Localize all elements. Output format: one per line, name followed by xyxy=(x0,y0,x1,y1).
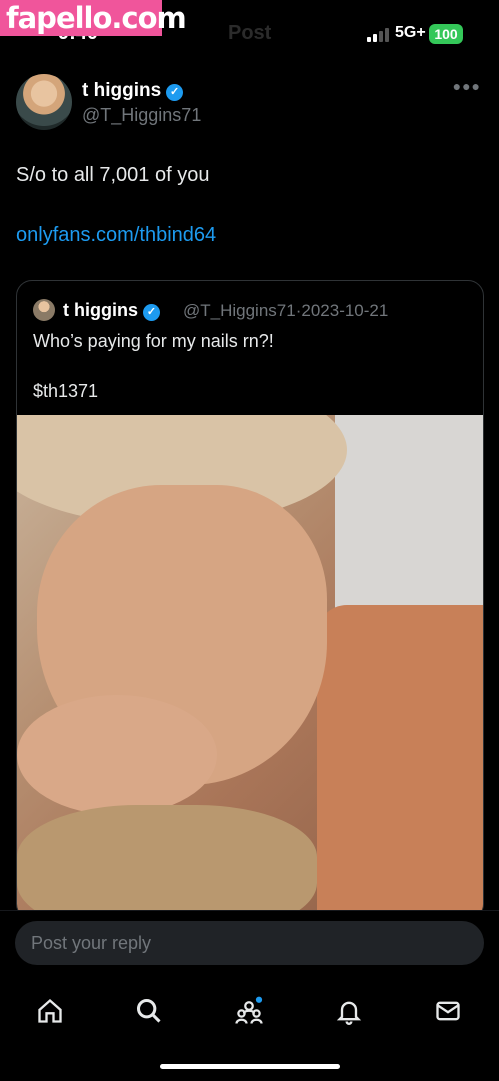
more-options-icon[interactable]: ●●● xyxy=(453,78,481,94)
tweet-author[interactable]: t higgins ✓ @T_Higgins71 ●●● xyxy=(16,74,483,134)
reply-input[interactable]: Post your reply xyxy=(15,921,484,965)
user-handle[interactable]: @T_Higgins71 xyxy=(82,105,201,126)
quoted-date: 2023-10-21 xyxy=(301,301,389,320)
notifications-icon[interactable] xyxy=(329,991,369,1031)
quoted-photo[interactable] xyxy=(17,415,483,919)
quoted-display-name: t higgins ✓ xyxy=(63,300,160,321)
display-name[interactable]: t higgins ✓ xyxy=(82,80,184,102)
battery-icon: 100 xyxy=(429,24,463,44)
quoted-tweet[interactable]: t higgins ✓ @T_Higgins71·2023-10-21 Who’s… xyxy=(16,280,484,920)
quoted-avatar xyxy=(33,299,55,321)
network-label: 5G+ xyxy=(395,24,426,41)
home-icon[interactable] xyxy=(30,991,70,1031)
tweet-text: S/o to all 7,001 of you xyxy=(16,164,210,186)
bottom-nav xyxy=(0,991,499,1041)
verified-icon: ✓ xyxy=(166,84,184,101)
status-title: Post xyxy=(228,22,272,44)
signal-icon xyxy=(367,26,391,42)
search-icon[interactable] xyxy=(129,991,169,1031)
communities-icon[interactable] xyxy=(229,991,269,1031)
quoted-cashtag[interactable]: $th1371 xyxy=(33,381,98,402)
home-indicator xyxy=(160,1064,340,1069)
reply-bar: Post your reply xyxy=(0,910,499,1081)
quoted-meta: @T_Higgins71·2023-10-21 xyxy=(183,301,388,321)
quoted-text: Who’s paying for my nails rn?! xyxy=(33,331,274,351)
avatar[interactable] xyxy=(16,74,72,130)
messages-icon[interactable] xyxy=(428,991,468,1031)
quoted-handle: @T_Higgins71 xyxy=(183,301,296,320)
tweet-link[interactable]: onlyfans.com/thbind64 xyxy=(16,224,216,247)
verified-icon: ✓ xyxy=(143,304,160,321)
watermark-logo: fapello.com xyxy=(0,0,187,36)
